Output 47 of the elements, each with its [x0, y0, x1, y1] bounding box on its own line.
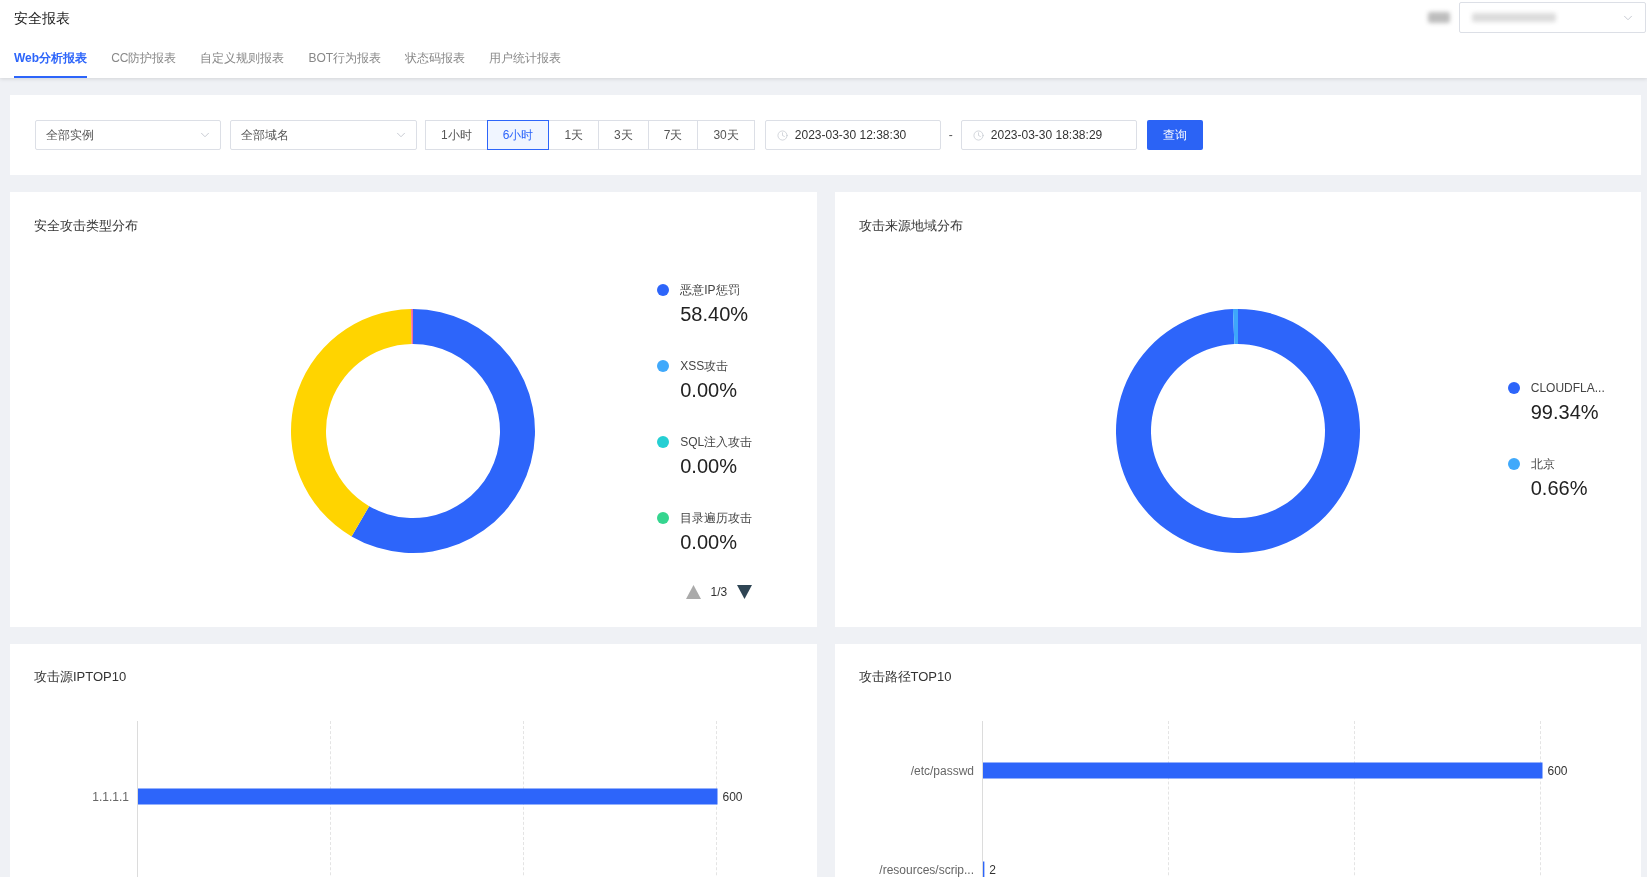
domain-select[interactable]: 全部域名 — [230, 120, 417, 150]
report-tab[interactable]: 自定义规则报表 — [200, 34, 285, 78]
axis-label: 1.1.1.1 — [92, 789, 129, 804]
bar-value-label: 600 — [722, 789, 743, 804]
legend-label: 恶意IP惩罚 — [680, 281, 741, 298]
instance-select[interactable]: 全部实例 — [35, 120, 221, 150]
card-title: 攻击源IPTOP10 — [33, 668, 128, 685]
legend-value: 0.00% — [680, 377, 737, 403]
time-range-button[interactable]: 1天 — [548, 120, 600, 150]
time-range-button[interactable]: 30天 — [697, 120, 755, 150]
legend-value: 0.00% — [680, 453, 738, 479]
time-range-button[interactable]: 7天 — [647, 120, 699, 150]
report-tab[interactable]: 用户统计报表 — [489, 34, 562, 78]
clock-icon — [776, 129, 788, 141]
report-tab[interactable]: CC防护报表 — [111, 34, 177, 78]
report-tab[interactable]: BOT行为报表 — [308, 34, 382, 78]
page-indicator: 1/3 — [710, 583, 728, 600]
blurred-label — [1428, 12, 1450, 23]
report-tab[interactable]: Web分析报表 — [14, 34, 88, 78]
bar-value-label: 2 — [988, 862, 996, 877]
query-button[interactable]: 查询 — [1146, 120, 1203, 150]
page-title: 安全报表 — [14, 8, 70, 28]
clock-icon — [972, 129, 984, 141]
end-time-field[interactable]: 2023-03-30 18:38:29 — [960, 120, 1137, 150]
range-separator: - — [948, 127, 953, 144]
legend-label: XSS攻击 — [680, 357, 730, 374]
time-range-button[interactable]: 3天 — [598, 120, 649, 150]
legend-label: CLOUDFLA... — [1530, 380, 1605, 396]
legend-label: SQL注入攻击 — [680, 433, 753, 450]
card-title: 攻击来源地域分布 — [857, 217, 964, 235]
axis-label: /etc/passwd — [910, 763, 974, 778]
card-title: 安全攻击类型分布 — [33, 217, 139, 235]
start-time-field[interactable]: 2023-03-30 12:38:30 — [764, 120, 941, 150]
axis-label: /resources/scrip... — [878, 862, 974, 877]
down-triangle-icon[interactable] — [737, 584, 753, 599]
legend-value: 0.66% — [1530, 476, 1588, 501]
legend-value: 58.40% — [680, 301, 749, 327]
legend-label: 北京 — [1530, 456, 1556, 472]
time-range-button[interactable]: 6小时 — [486, 120, 550, 150]
time-range-button[interactable]: 1小时 — [425, 120, 488, 150]
legend-value: 0.00% — [680, 529, 738, 555]
card-title: 攻击路径TOP10 — [857, 668, 953, 685]
dropdown-select[interactable] — [1459, 2, 1646, 33]
legend-value: 99.34% — [1530, 400, 1600, 425]
report-tab[interactable]: 状态码报表 — [405, 34, 466, 78]
bar-value-label: 600 — [1547, 763, 1568, 778]
legend-label: 目录遍历攻击 — [680, 509, 753, 526]
